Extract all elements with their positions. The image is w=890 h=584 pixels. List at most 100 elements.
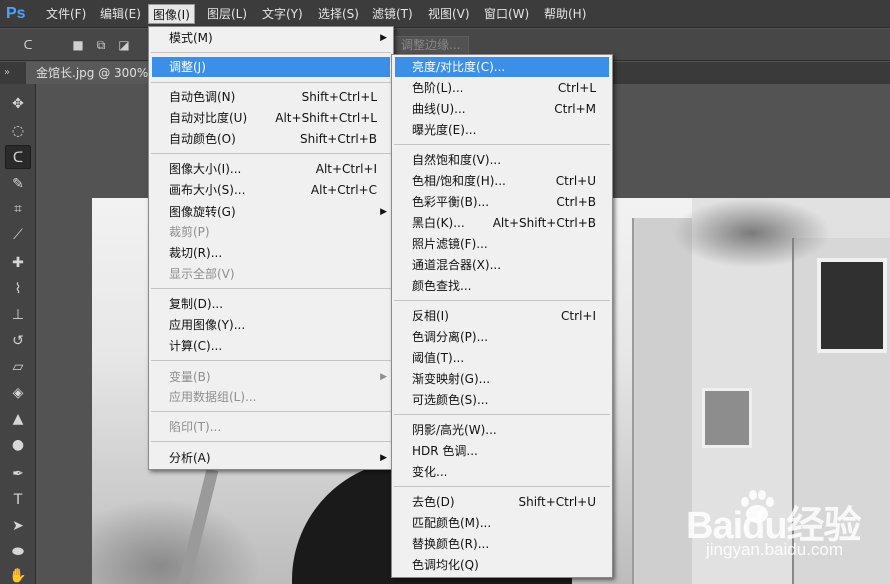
foliage-shape [672,198,832,268]
adjust-channel-mixer[interactable]: 通道混合器(X)... [412,255,596,275]
window-shape [817,258,887,353]
menu-image[interactable]: 图像(I) [148,4,195,24]
brush-tool-icon[interactable]: ⌇ [5,277,31,301]
marquee-tool-icon[interactable]: ◌ [5,119,31,143]
menu-separator [151,288,391,289]
adjust-shadows-highlights[interactable]: 阴影/高光(W)... [412,420,596,440]
submenu-arrow-icon: ▶ [380,372,387,382]
image-menu-trap: 陷印(T)... [169,420,222,434]
menu-file[interactable]: 文件(F) [42,4,90,24]
lasso-tool-icon[interactable]: ᑕ [5,145,31,169]
image-menu-variables: 变量(B) ▶ [169,367,387,387]
menu-bar: Ps 文件(F) 编辑(E) 图像(I) 图层(L) 文字(Y) 选择(S) 滤… [0,0,890,28]
adjust-color-balance[interactable]: 色彩平衡(B)... Ctrl+B [412,192,596,212]
paint-bucket-tool-icon[interactable]: ◈ [5,381,31,405]
adjust-exposure[interactable]: 曝光度(E)... [412,120,596,140]
adjust-vibrance[interactable]: 自然饱和度(V)... [412,150,596,170]
image-menu-dropdown: 模式(M)▶ 调整(J)▶ 自动色调(N)Shift+Ctrl+L 自动对比度(… [148,26,397,470]
subtract-selection-icon[interactable]: ◪ [116,37,132,53]
adjust-black-white[interactable]: 黑白(K)... Alt+Shift+Ctrl+B [412,213,596,233]
document-tab[interactable]: 金馆长.jpg @ 300%( [26,62,162,84]
submenu-arrow-icon: ▶ [380,207,387,217]
menu-separator [394,144,610,145]
crop-tool-icon[interactable]: ⌗ [5,197,31,221]
menu-view[interactable]: 视图(V) [424,4,474,24]
adjust-levels[interactable]: 色阶(L)... Ctrl+L [412,78,596,98]
image-menu-apply-data-set: 应用数据组(L)... [169,390,257,404]
adjust-color-lookup[interactable]: 颜色查找... [412,276,596,296]
image-menu-auto-contrast[interactable]: 自动对比度(U) Alt+Shift+Ctrl+L [169,108,377,128]
collapse-panel-icon[interactable]: » [4,64,22,82]
menu-layer[interactable]: 图层(L) [203,4,251,24]
path-selection-tool-icon[interactable]: ➤ [5,514,31,538]
lasso-preset-icon[interactable]: ᑕ [20,37,36,53]
shape-tool-icon[interactable]: ⬬ [5,540,31,564]
adjust-variations[interactable]: 变化... [412,462,596,482]
menu-help[interactable]: 帮助(H) [540,4,590,24]
adjust-hue-saturation[interactable]: 色相/饱和度(H)... Ctrl+U [412,171,596,191]
adjust-curves[interactable]: 曲线(U)... Ctrl+M [412,99,596,119]
healing-brush-tool-icon[interactable]: ✚ [5,251,31,275]
menu-edit[interactable]: 编辑(E) [96,4,145,24]
adjust-posterize[interactable]: 色调分离(P)... [412,327,596,347]
menu-separator [394,486,610,487]
image-menu-adjustments[interactable]: 调整(J)▶ [152,57,397,77]
hand-tool-icon[interactable]: ✋ [5,564,31,584]
adjust-equalize[interactable]: 色调均化(Q) [412,555,596,575]
new-selection-icon[interactable]: ■ [70,37,86,53]
image-menu-image-rotation[interactable]: 图像旋转(G) ▶ [169,202,387,222]
adjust-gradient-map[interactable]: 渐变映射(G)... [412,369,596,389]
adjust-invert[interactable]: 反相(I) Ctrl+I [412,306,596,326]
adjust-replace-color[interactable]: 替换颜色(R)... [412,534,596,554]
image-menu-calculations[interactable]: 计算(C)... [169,336,377,356]
adjust-hdr-toning[interactable]: HDR 色调... [412,441,596,461]
clone-stamp-tool-icon[interactable]: ⊥ [5,303,31,327]
pen-tool-icon[interactable]: ✒ [5,462,31,486]
menu-window[interactable]: 窗口(W) [480,4,533,24]
menu-separator [151,441,391,442]
menu-separator [151,52,391,53]
menu-separator [151,153,391,154]
image-menu-auto-tone[interactable]: 自动色调(N) Shift+Ctrl+L [169,87,377,107]
move-tool-icon[interactable]: ✥ [5,92,31,116]
type-tool-icon[interactable]: T [5,488,31,512]
image-menu-apply-image[interactable]: 应用图像(Y)... [169,315,377,335]
add-selection-icon[interactable]: ⧉ [93,37,109,53]
submenu-arrow-icon: ▶ [380,33,387,43]
image-menu-crop: 裁剪(P) [169,225,210,239]
menu-separator [394,300,610,301]
image-menu-canvas-size[interactable]: 画布大小(S)... Alt+Ctrl+C [169,180,377,200]
photoshop-logo: Ps [6,5,26,22]
adjust-threshold[interactable]: 阈值(T)... [412,348,596,368]
adjust-brightness-contrast[interactable]: 亮度/对比度(C)... [395,57,609,77]
menu-separator [151,360,391,361]
menu-separator [151,411,391,412]
menu-type[interactable]: 文字(Y) [258,4,307,24]
submenu-arrow-icon: ▶ [380,453,387,463]
refine-edge-button[interactable]: 调整边缘... [392,36,470,55]
adjust-selective-color[interactable]: 可选颜色(S)... [412,390,596,410]
image-menu-mode[interactable]: 模式(M) ▶ [169,28,387,48]
adjust-match-color[interactable]: 匹配颜色(M)... [412,513,596,533]
image-menu-analysis[interactable]: 分析(A) ▶ [169,448,387,468]
baidu-jingyan-watermark: Baidu经验 jingyan.baidu.com [676,486,876,576]
menu-select[interactable]: 选择(S) [314,4,363,24]
toolbox: ✥ ◌ ᑕ ✎ ⌗ ⟋ ✚ ⌇ ⊥ ↺ ▱ ◈ ▲ ● ✒ T ➤ ⬬ ✋ [0,84,36,584]
dodge-tool-icon[interactable]: ● [5,433,31,457]
adjust-desaturate[interactable]: 去色(D) Shift+Ctrl+U [412,492,596,512]
eyedropper-tool-icon[interactable]: ⟋ [5,223,31,247]
image-menu-duplicate[interactable]: 复制(D)... [169,294,377,314]
foliage-shape [92,498,262,584]
image-menu-auto-color[interactable]: 自动颜色(O) Shift+Ctrl+B [169,129,377,149]
image-menu-image-size[interactable]: 图像大小(I)... Alt+Ctrl+I [169,159,377,179]
adjust-photo-filter[interactable]: 照片滤镜(F)... [412,234,596,254]
quick-select-tool-icon[interactable]: ✎ [5,172,31,196]
menu-filter[interactable]: 滤镜(T) [368,4,417,24]
blur-tool-icon[interactable]: ▲ [5,407,31,431]
adjustments-submenu: 亮度/对比度(C)... 色阶(L)... Ctrl+L 曲线(U)... Ctrl… [391,54,613,578]
menu-separator [151,82,391,83]
image-menu-trim[interactable]: 裁切(R)... [169,243,377,263]
history-brush-tool-icon[interactable]: ↺ [5,329,31,353]
eraser-tool-icon[interactable]: ▱ [5,355,31,379]
watermark-url: jingyan.baidu.com [706,540,844,559]
